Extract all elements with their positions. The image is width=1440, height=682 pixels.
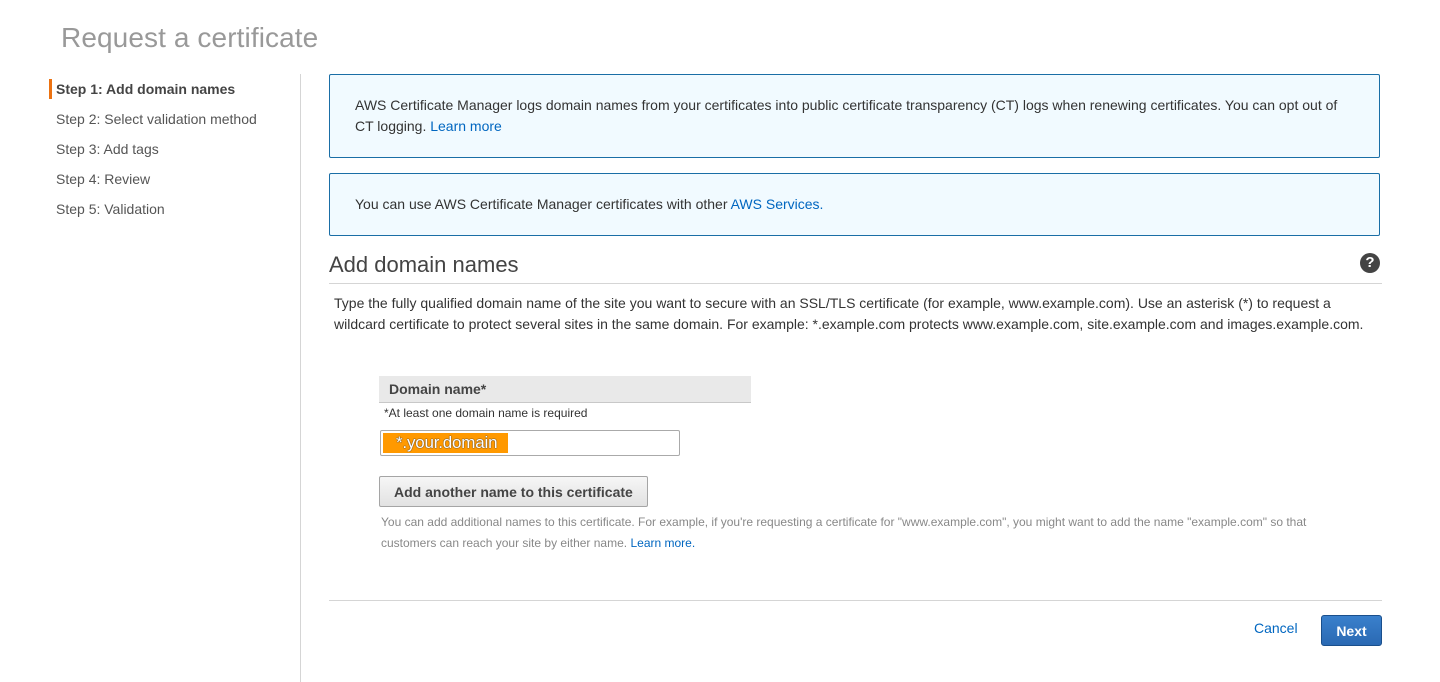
section-description: Type the fully qualified domain name of … <box>334 295 1364 332</box>
section-header: Add domain names ? <box>329 250 1382 284</box>
page-title: Request a certificate <box>61 22 319 53</box>
question-circle-icon[interactable]: ? <box>1360 253 1380 273</box>
step-review[interactable]: Step 4: Review <box>49 168 300 198</box>
hint-learn-more-link[interactable]: Learn more. <box>630 536 695 550</box>
add-another-name-button[interactable]: Add another name to this certificate <box>379 476 648 507</box>
ct-logging-text: AWS Certificate Manager logs domain name… <box>355 97 1338 134</box>
hint-text: You can add additional names to this cer… <box>381 515 1307 550</box>
step-select-validation-method[interactable]: Step 2: Select validation method <box>49 108 300 138</box>
step-add-tags[interactable]: Step 3: Add tags <box>49 138 300 168</box>
required-note: *At least one domain name is required <box>384 406 588 420</box>
ct-learn-more-link[interactable]: Learn more <box>430 118 502 134</box>
sidebar-divider <box>300 74 301 682</box>
section-title: Add domain names <box>329 252 519 277</box>
footer-divider <box>329 600 1382 601</box>
domain-name-input[interactable]: *.your.domain <box>380 430 680 456</box>
additional-names-hint: You can add additional names to this cer… <box>381 512 1361 554</box>
aws-services-text: You can use AWS Certificate Manager cert… <box>355 196 728 212</box>
step-add-domain-names[interactable]: Step 1: Add domain names <box>49 78 300 108</box>
aws-services-link[interactable]: AWS Services. <box>731 196 824 212</box>
aws-services-info-box: You can use AWS Certificate Manager cert… <box>329 173 1380 236</box>
cancel-button[interactable]: Cancel <box>1254 620 1298 636</box>
wizard-steps: Step 1: Add domain names Step 2: Select … <box>49 78 300 228</box>
next-button[interactable]: Next <box>1321 615 1382 646</box>
domain-name-column-header: Domain name* <box>379 376 751 403</box>
domain-name-value: *.your.domain <box>383 433 509 453</box>
ct-logging-info-box: AWS Certificate Manager logs domain name… <box>329 74 1380 158</box>
step-validation[interactable]: Step 5: Validation <box>49 198 300 228</box>
